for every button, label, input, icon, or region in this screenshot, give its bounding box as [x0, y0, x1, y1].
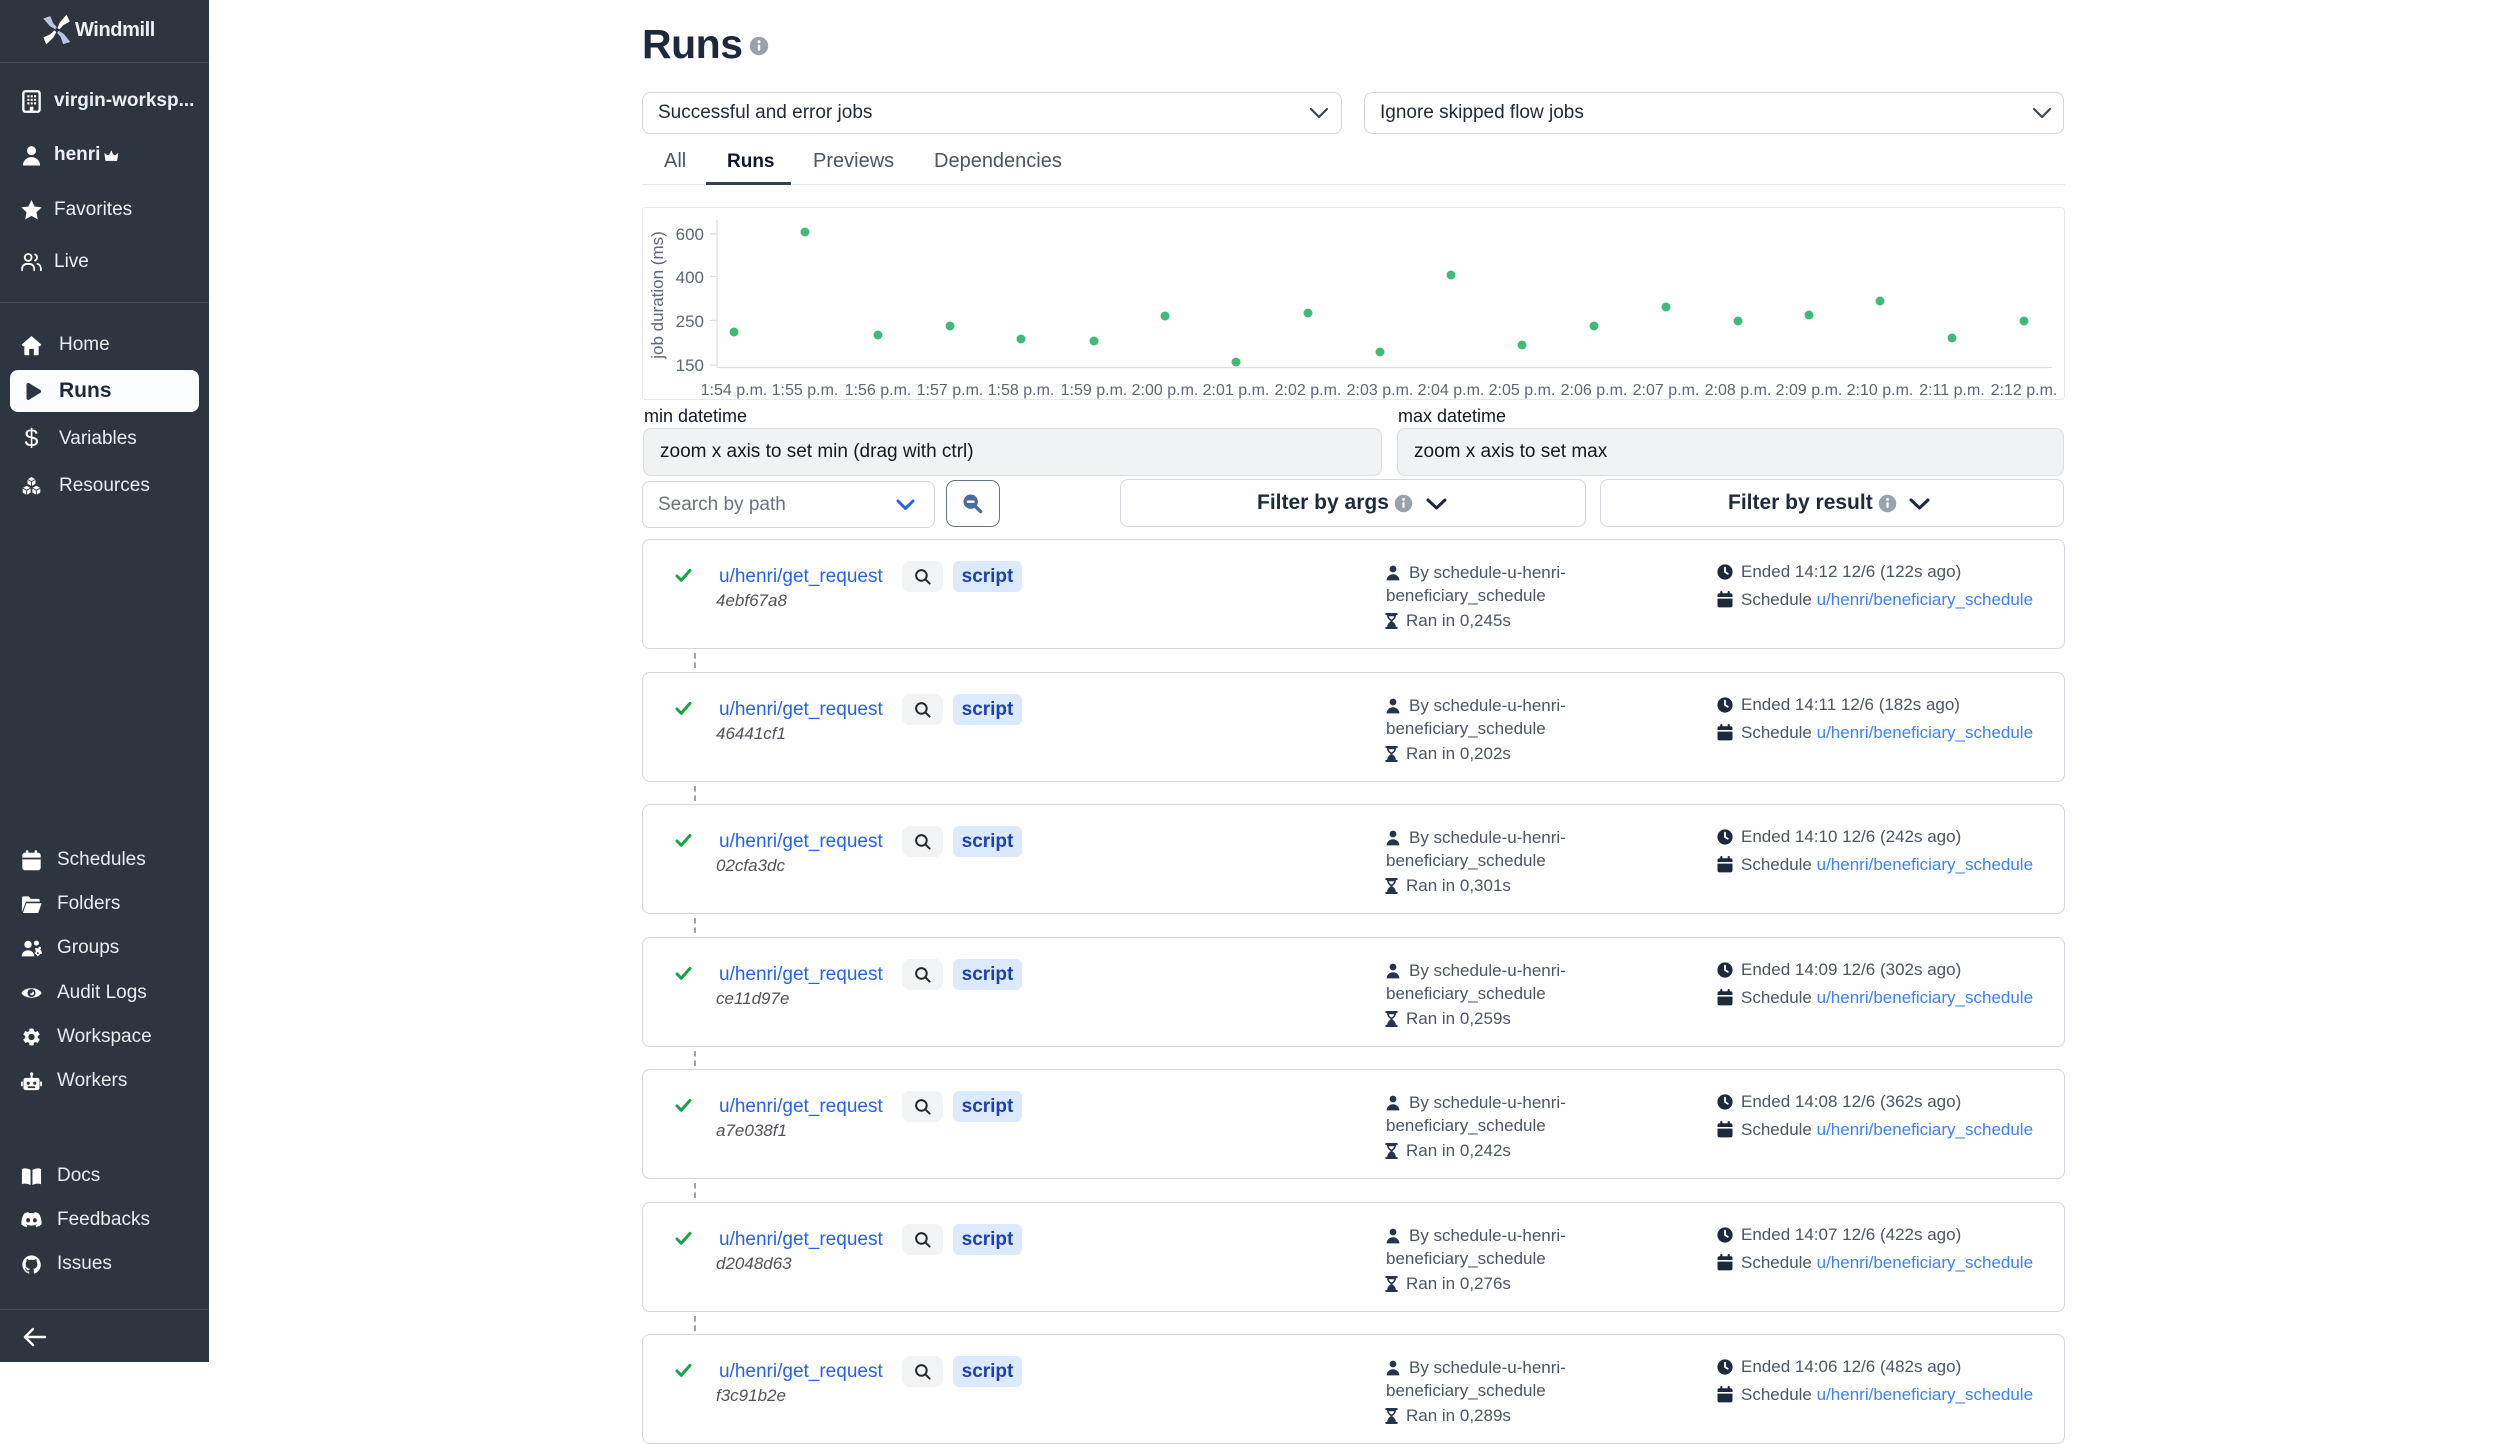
svg-text:1:57 p.m.: 1:57 p.m.	[917, 382, 984, 399]
svg-text:1:56 p.m.: 1:56 p.m.	[845, 382, 912, 399]
svg-text:2:05 p.m.: 2:05 p.m.	[1489, 382, 1556, 399]
svg-text:1:55 p.m.: 1:55 p.m.	[772, 382, 839, 399]
svg-text:2:01 p.m.: 2:01 p.m.	[1203, 382, 1270, 399]
svg-text:250: 250	[676, 312, 704, 331]
svg-text:2:04 p.m.: 2:04 p.m.	[1418, 382, 1485, 399]
svg-text:2:07 p.m.: 2:07 p.m.	[1633, 382, 1700, 399]
svg-text:2:09 p.m.: 2:09 p.m.	[1776, 382, 1843, 399]
svg-text:$: $	[25, 427, 39, 451]
svg-text:1:54 p.m.: 1:54 p.m.	[701, 382, 768, 399]
svg-text:150: 150	[676, 356, 704, 375]
svg-text:job duration (ms): job duration (ms)	[648, 231, 667, 360]
svg-text:2:11 p.m.: 2:11 p.m.	[1919, 382, 1985, 399]
svg-text:2:06 p.m.: 2:06 p.m.	[1561, 382, 1628, 399]
svg-text:2:08 p.m.: 2:08 p.m.	[1705, 382, 1772, 399]
svg-text:2:02 p.m.: 2:02 p.m.	[1275, 382, 1342, 399]
svg-text:1:59 p.m.: 1:59 p.m.	[1061, 382, 1128, 399]
svg-text:1:58 p.m.: 1:58 p.m.	[988, 382, 1055, 399]
svg-text:2:03 p.m.: 2:03 p.m.	[1347, 382, 1414, 399]
svg-text:2:10 p.m.: 2:10 p.m.	[1847, 382, 1914, 399]
svg-text:400: 400	[676, 268, 704, 287]
svg-text:2:12 p.m.: 2:12 p.m.	[1991, 382, 2058, 399]
svg-text:2:00 p.m.: 2:00 p.m.	[1132, 382, 1199, 399]
svg-text:600: 600	[676, 225, 704, 244]
